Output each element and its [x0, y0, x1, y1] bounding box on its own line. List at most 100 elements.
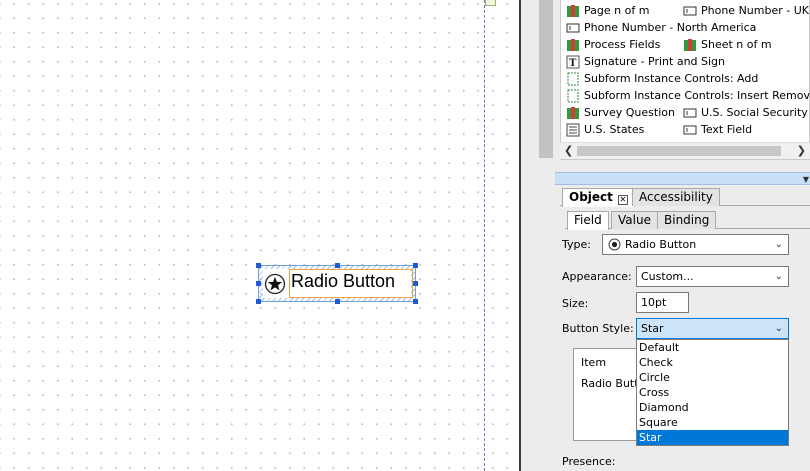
radio-button-icon	[608, 238, 621, 251]
radio-caption[interactable]: Radio Button	[291, 271, 395, 292]
subtab-label: Binding	[664, 213, 710, 227]
library-item-page-n-of-m[interactable]: Page n of m	[566, 2, 649, 19]
text-field-icon	[683, 125, 697, 134]
library-item-phone-uk[interactable]: Phone Number - UK	[683, 2, 809, 19]
library-item-process-fields[interactable]: Process Fields	[566, 36, 660, 53]
book-stack-icon	[567, 4, 579, 17]
subtab-value[interactable]: Value	[611, 211, 658, 229]
subform-icon	[567, 89, 579, 102]
option-cross[interactable]: Cross	[637, 385, 788, 400]
palette-header-bar[interactable]	[555, 172, 810, 185]
button-style-label: Button Style:	[562, 322, 634, 335]
library-item-label: U.S. States	[584, 123, 645, 136]
library-item-label: Text Field	[701, 123, 753, 136]
resize-handle-ne[interactable]	[413, 263, 418, 268]
option-check[interactable]: Check	[637, 355, 788, 370]
option-diamond[interactable]: Diamond	[637, 400, 788, 415]
button-style-select[interactable]: Star ⌄	[636, 318, 789, 339]
star-radio-icon	[264, 273, 286, 295]
resize-handle-w[interactable]	[256, 281, 261, 286]
horizontal-scrollbar-thumb[interactable]	[577, 146, 781, 156]
vertical-scrollbar-thumb[interactable]	[539, 0, 553, 158]
scroll-left-icon[interactable]: ❮	[564, 144, 573, 157]
book-stack-icon	[567, 38, 579, 51]
library-item-label: Subform Instance Controls: Add	[584, 72, 759, 85]
resize-handle-n[interactable]	[335, 263, 340, 268]
library-item-label: Sheet n of m	[701, 38, 772, 51]
resize-handle-e[interactable]	[413, 281, 418, 286]
subtab-field[interactable]: Field	[567, 211, 609, 230]
items-row[interactable]: Radio Butt	[581, 377, 639, 390]
subtab-label: Value	[618, 213, 651, 227]
scroll-right-icon[interactable]: ❯	[797, 144, 806, 157]
library-item-sheet-n-of-m[interactable]: Sheet n of m	[683, 36, 772, 53]
option-default[interactable]: Default	[637, 340, 788, 355]
object-library-list: Page n of m Phone Number - UK Phone Numb…	[560, 0, 810, 160]
design-canvas[interactable]: Radio Button	[0, 0, 520, 471]
type-select[interactable]: Radio Button ⌄	[602, 234, 789, 255]
type-select-value: Radio Button	[625, 238, 697, 251]
size-input-value: 10pt	[641, 296, 667, 309]
option-star[interactable]: Star	[637, 430, 788, 445]
resize-handle-sw[interactable]	[256, 299, 261, 304]
page-boundary	[484, 0, 485, 471]
library-item-phone-na[interactable]: Phone Number - North America	[566, 19, 756, 36]
tab-object[interactable]: Object ✕	[562, 188, 635, 207]
size-label: Size:	[562, 297, 589, 310]
button-style-dropdown[interactable]: Default Check Circle Cross Diamond Squar…	[636, 339, 789, 446]
text-tool-icon: T	[566, 55, 580, 69]
library-item-us-ssn[interactable]: U.S. Social Security Nu	[683, 104, 810, 121]
svg-text:T: T	[569, 58, 577, 69]
tab-label: Object	[569, 190, 613, 204]
items-column-header: Item	[581, 356, 607, 369]
right-panel: Page n of m Phone Number - UK Phone Numb…	[555, 0, 810, 471]
text-field-icon	[683, 108, 697, 117]
library-item-label: Phone Number - UK	[701, 4, 809, 17]
chevron-down-icon[interactable]: ⌄	[775, 319, 783, 338]
list-icon	[566, 123, 580, 136]
resize-handle-se[interactable]	[413, 299, 418, 304]
text-field-icon	[566, 23, 580, 32]
chevron-down-icon[interactable]: ⌄	[775, 235, 783, 254]
library-item-signature[interactable]: T Signature - Print and Sign	[566, 53, 725, 70]
library-item-label: Page n of m	[584, 4, 650, 17]
resize-handle-nw[interactable]	[256, 263, 261, 268]
object-subtab-row: Field Value Binding	[565, 211, 810, 230]
library-item-label: Process Fields	[584, 38, 661, 51]
tab-label: Accessibility	[639, 190, 713, 204]
library-item-subform-insert-remove[interactable]: Subform Instance Controls: Insert Remove…	[566, 87, 810, 104]
library-item-label: Phone Number - North America	[584, 21, 757, 34]
subform-icon	[567, 72, 579, 85]
appearance-select-value: Custom...	[641, 270, 694, 283]
option-square[interactable]: Square	[637, 415, 788, 430]
palette-tab-row: Object ✕ Accessibility	[560, 188, 810, 207]
library-item-text-field[interactable]: Text Field	[683, 121, 752, 138]
appearance-select[interactable]: Custom... ⌄	[636, 266, 789, 287]
button-style-select-value: Star	[641, 322, 664, 335]
radio-button-field[interactable]: Radio Button	[256, 263, 418, 304]
library-item-subform-add[interactable]: Subform Instance Controls: Add	[566, 70, 758, 87]
library-item-us-states[interactable]: U.S. States	[566, 121, 644, 138]
radio-field-body: Radio Button	[263, 269, 413, 298]
chevron-down-icon[interactable]: ⌄	[775, 267, 783, 286]
tab-accessibility[interactable]: Accessibility	[632, 188, 720, 206]
library-item-label: Survey Question	[584, 106, 675, 119]
library-item-label: Signature - Print and Sign	[584, 55, 726, 68]
appearance-label: Appearance:	[562, 270, 632, 283]
book-stack-icon	[567, 106, 579, 119]
option-circle[interactable]: Circle	[637, 370, 788, 385]
book-stack-icon	[684, 38, 696, 51]
page-corner-marker	[485, 0, 496, 6]
library-item-survey-question[interactable]: Survey Question	[566, 104, 675, 121]
text-field-icon	[683, 6, 697, 15]
library-item-label: Subform Instance Controls: Insert Remove…	[584, 89, 810, 102]
presence-label: Presence:	[562, 455, 616, 468]
library-item-label: U.S. Social Security Nu	[701, 106, 810, 119]
close-icon[interactable]: ✕	[617, 195, 628, 205]
panel-menu-arrow-icon[interactable]: ▼	[803, 175, 809, 184]
horizontal-scrollbar[interactable]: ❮ ❯	[560, 142, 810, 159]
resize-handle-s[interactable]	[335, 299, 340, 304]
size-input[interactable]: 10pt	[636, 292, 689, 313]
subtab-binding[interactable]: Binding	[657, 211, 717, 229]
type-label: Type:	[562, 238, 591, 251]
